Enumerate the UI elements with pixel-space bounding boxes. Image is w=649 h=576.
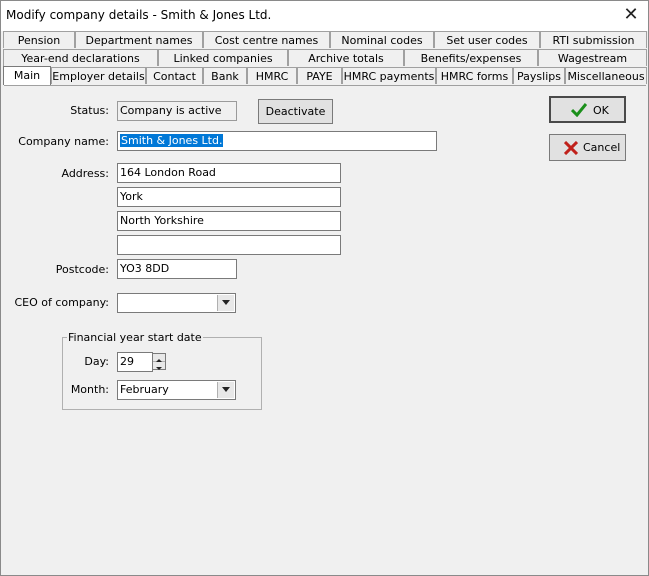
tab-paye[interactable]: PAYE: [297, 67, 342, 84]
close-icon[interactable]: ✕: [620, 4, 642, 26]
address-line-4-input[interactable]: [117, 235, 341, 255]
day-label: Day:: [84, 355, 109, 368]
tab-department-names[interactable]: Department names: [75, 31, 203, 48]
window-title: Modify company details - Smith & Jones L…: [6, 8, 272, 22]
ceo-select[interactable]: [117, 293, 236, 313]
address-label: Address:: [61, 167, 109, 180]
spin-down-icon[interactable]: [153, 362, 165, 370]
tab-bank[interactable]: Bank: [203, 67, 247, 84]
month-value: February: [120, 383, 169, 396]
ok-label: OK: [593, 104, 609, 117]
day-input[interactable]: 29: [117, 352, 153, 372]
tab-nominal-codes[interactable]: Nominal codes: [330, 31, 434, 48]
title-bar: Modify company details - Smith & Jones L…: [1, 1, 648, 31]
x-icon: [564, 141, 578, 155]
tab-wagestream[interactable]: Wagestream: [538, 49, 647, 66]
financial-year-title: Financial year start date: [67, 331, 203, 344]
tab-employer-details[interactable]: Employer details: [51, 67, 146, 84]
address-line-1-input[interactable]: 164 London Road: [117, 163, 341, 183]
status-field: Company is active: [117, 101, 237, 121]
cancel-label: Cancel: [583, 141, 621, 154]
tab-year-end-declarations[interactable]: Year-end declarations: [3, 49, 158, 66]
tab-set-user-codes[interactable]: Set user codes: [434, 31, 540, 48]
tab-hmrc[interactable]: HMRC: [247, 67, 297, 84]
spin-up-icon[interactable]: [153, 354, 165, 362]
tab-archive-totals[interactable]: Archive totals: [288, 49, 404, 66]
check-icon: [571, 103, 587, 117]
tab-benefits-expenses[interactable]: Benefits/expenses: [404, 49, 538, 66]
tab-cost-centre-names[interactable]: Cost centre names: [203, 31, 330, 48]
deactivate-button[interactable]: Deactivate: [258, 99, 333, 124]
tab-hmrc-forms[interactable]: HMRC forms: [436, 67, 513, 84]
ok-button[interactable]: OK: [549, 96, 626, 123]
postcode-label: Postcode:: [55, 263, 109, 276]
address-line-2-input[interactable]: York: [117, 187, 341, 207]
address-line-3-input[interactable]: North Yorkshire: [117, 211, 341, 231]
month-select[interactable]: February: [117, 380, 236, 400]
status-label: Status:: [70, 104, 109, 117]
chevron-down-icon[interactable]: [217, 295, 234, 311]
tab-payslips[interactable]: Payslips: [513, 67, 565, 84]
dialog-window: Modify company details - Smith & Jones L…: [0, 0, 649, 576]
tab-linked-companies[interactable]: Linked companies: [158, 49, 288, 66]
tab-hmrc-payments[interactable]: HMRC payments: [342, 67, 436, 84]
tab-pension[interactable]: Pension: [3, 31, 75, 48]
postcode-input[interactable]: YO3 8DD: [117, 259, 237, 279]
cancel-button[interactable]: Cancel: [549, 134, 626, 161]
tab-miscellaneous[interactable]: Miscellaneous: [565, 67, 647, 84]
ceo-label: CEO of company:: [14, 296, 110, 309]
tab-rti-submission[interactable]: RTI submission: [540, 31, 647, 48]
tab-main[interactable]: Main: [3, 66, 51, 85]
company-name-label: Company name:: [18, 135, 109, 148]
chevron-down-icon[interactable]: [217, 382, 234, 398]
tab-contact[interactable]: Contact: [146, 67, 203, 84]
company-name-value: Smith & Jones Ltd.: [120, 134, 224, 147]
month-label: Month:: [70, 383, 109, 396]
spin-arrows-icon[interactable]: [152, 353, 166, 370]
company-name-input[interactable]: Smith & Jones Ltd.: [117, 131, 437, 151]
